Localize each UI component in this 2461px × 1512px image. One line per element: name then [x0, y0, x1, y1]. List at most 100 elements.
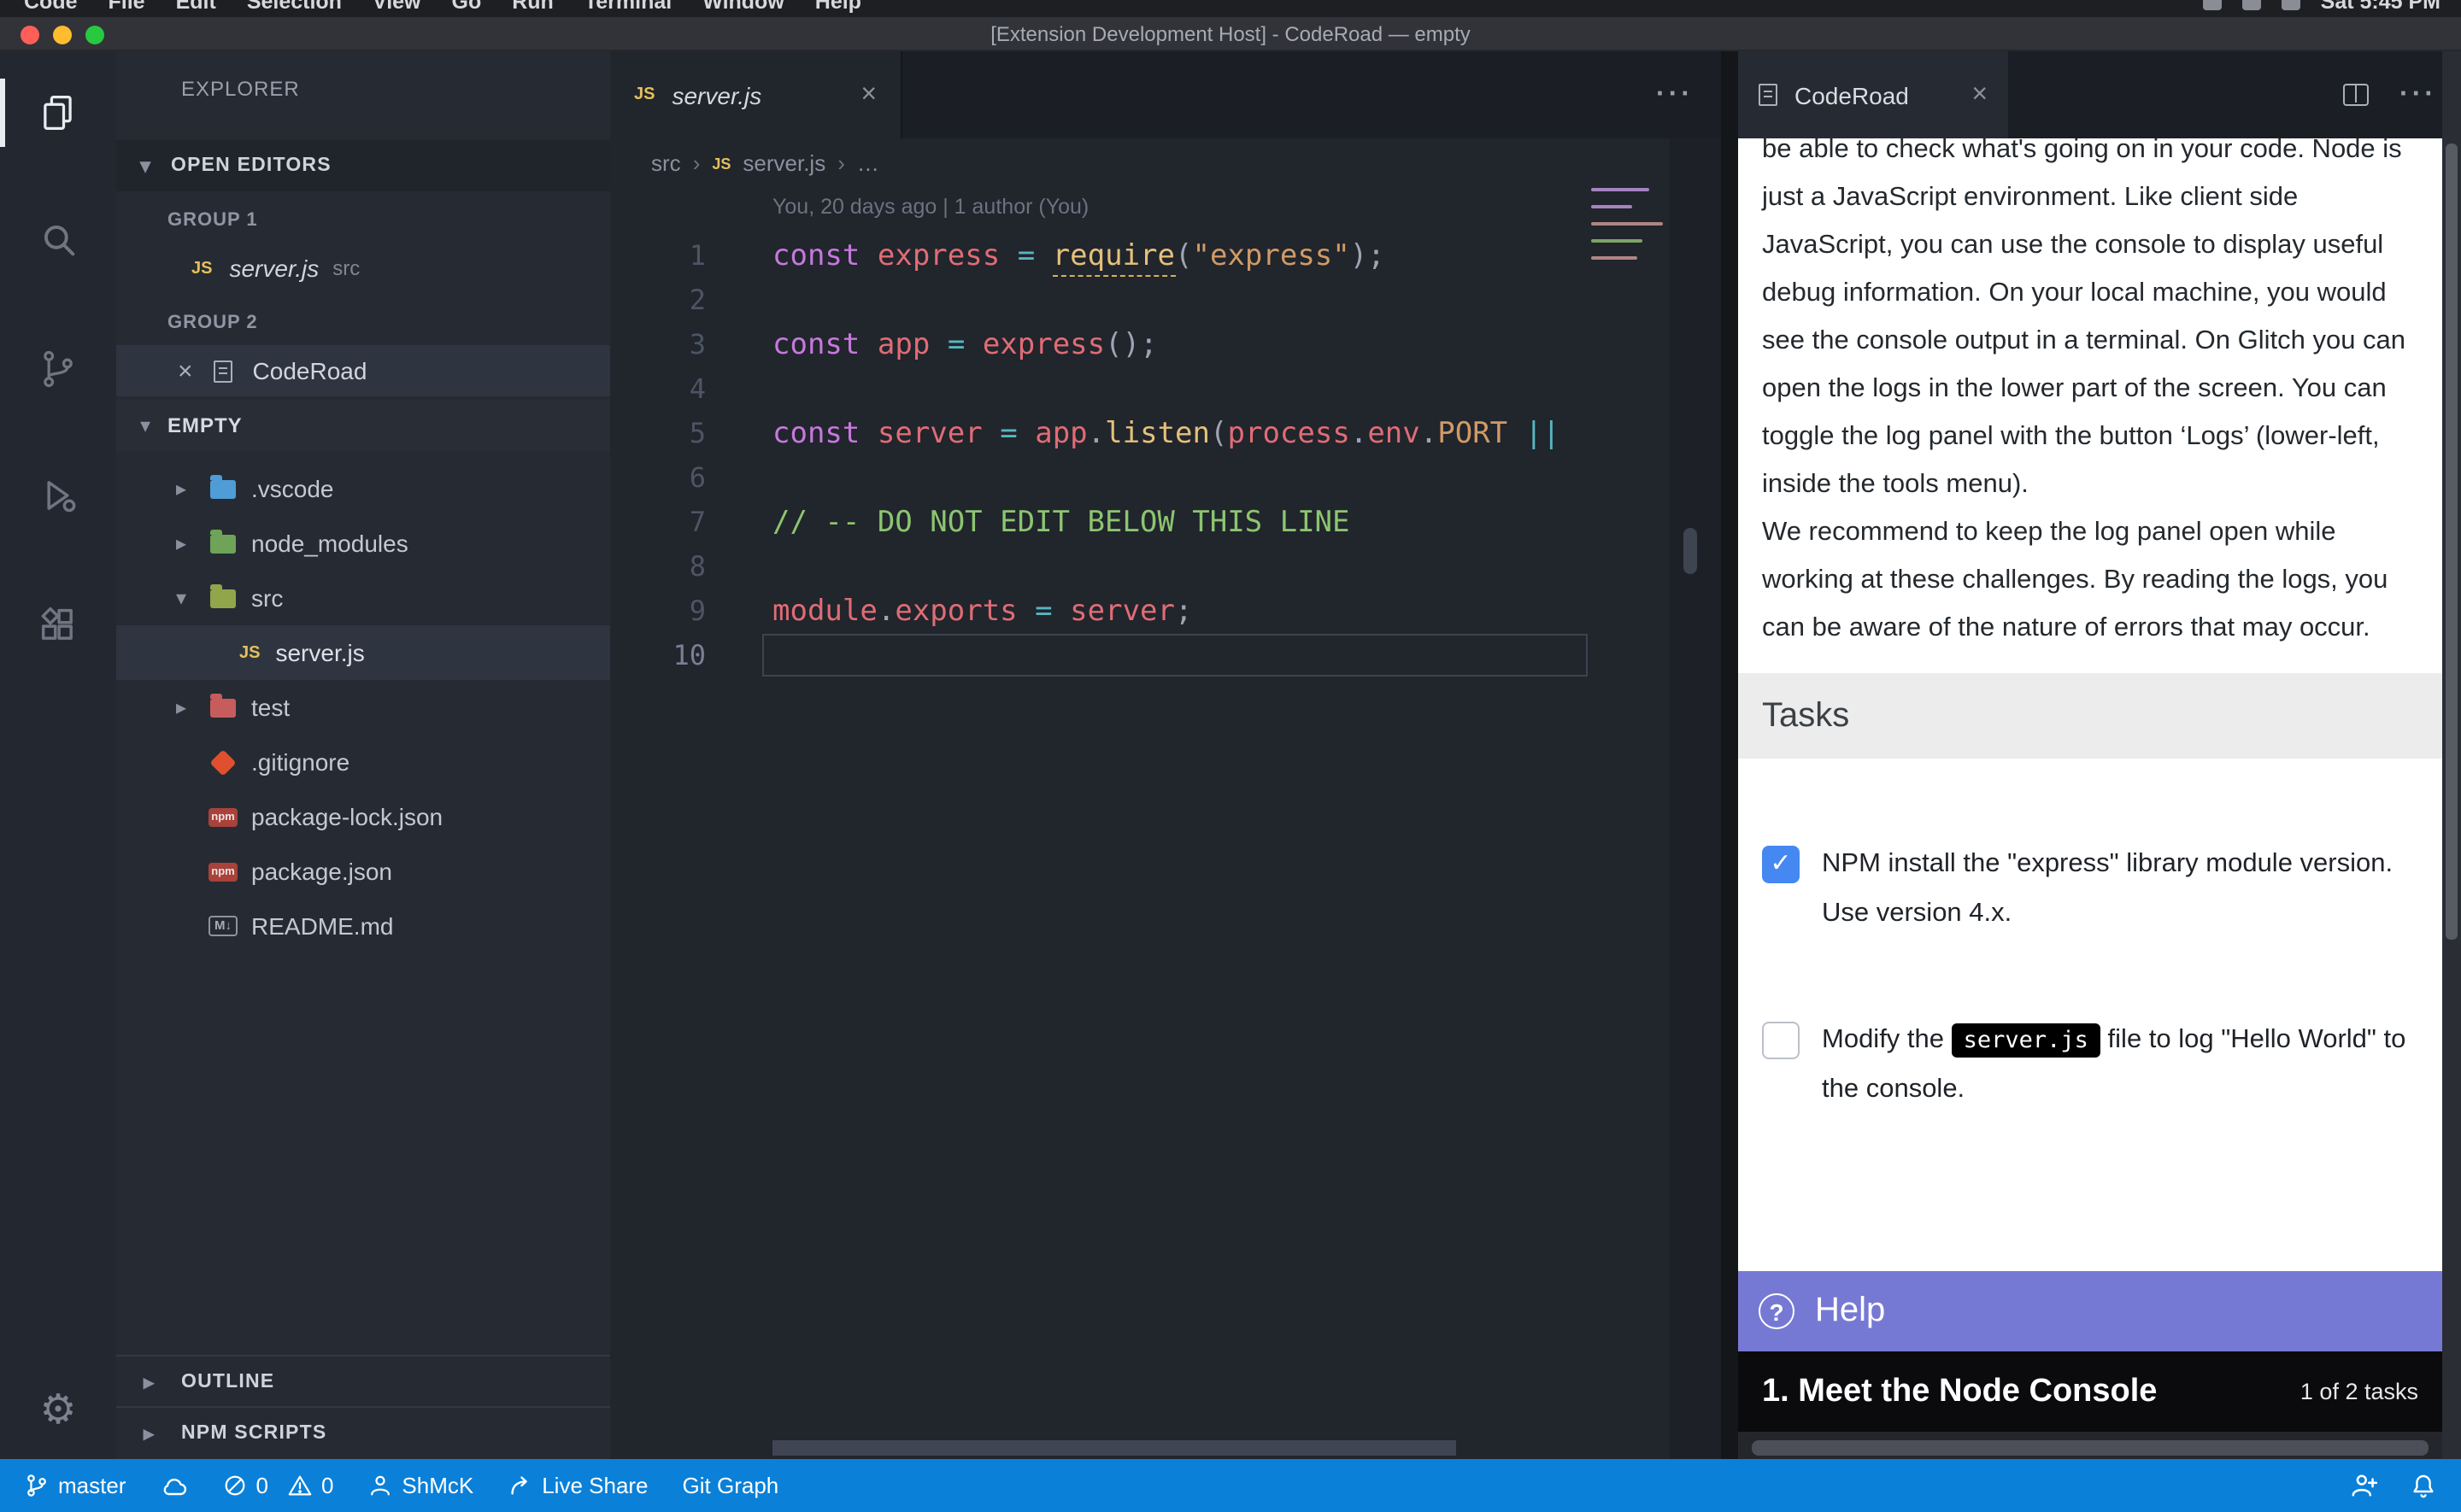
- code-line[interactable]: 6: [610, 456, 1721, 501]
- breadcrumb-folder[interactable]: src: [651, 150, 681, 176]
- code-line[interactable]: 3const app = express();: [610, 323, 1721, 367]
- search-icon[interactable]: [0, 198, 116, 280]
- tree-item-label: README.md: [251, 912, 393, 940]
- more-actions-icon[interactable]: [1656, 79, 1694, 110]
- menu-item-selection[interactable]: Selection: [247, 0, 342, 14]
- code-line[interactable]: 10: [610, 634, 1721, 678]
- menu-item-go[interactable]: Go: [452, 0, 482, 14]
- help-accordion[interactable]: Help: [1738, 1271, 2442, 1351]
- tab-label: CodeRoad: [1794, 81, 1954, 108]
- code-lines[interactable]: 1const express = require("express");23co…: [610, 234, 1721, 678]
- panel-bottom-strip: [1738, 1432, 2442, 1459]
- tree-item-gitignore[interactable]: .gitignore: [116, 735, 610, 789]
- menu-item-terminal[interactable]: Terminal: [584, 0, 672, 14]
- bell-icon[interactable]: [2410, 1472, 2437, 1499]
- outline-section[interactable]: OUTLINE: [116, 1355, 610, 1406]
- open-editor-file-path: src: [332, 256, 360, 280]
- code-line[interactable]: 5const server = app.listen(process.env.P…: [610, 412, 1721, 456]
- close-tab-icon[interactable]: [860, 79, 877, 110]
- git-branch-indicator[interactable]: master: [24, 1473, 126, 1498]
- markdown-icon: [209, 916, 238, 936]
- tree-item-test[interactable]: test: [116, 680, 610, 735]
- breadcrumb-file[interactable]: server.js: [743, 150, 825, 176]
- chevron-down-icon: [176, 586, 197, 610]
- editor-group1-label: GROUP 1: [116, 198, 610, 243]
- tree-item-package-json[interactable]: package.json: [116, 844, 610, 899]
- window-title-bar[interactable]: [Extension Development Host] - CodeRoad …: [0, 17, 2461, 51]
- menu-item-run[interactable]: Run: [512, 0, 554, 14]
- menu-item-edit[interactable]: Edit: [176, 0, 216, 14]
- more-actions-icon[interactable]: [2399, 79, 2437, 110]
- explorer-sidebar: EXPLORER OPEN EDITORS GROUP 1 server.js …: [116, 51, 610, 1459]
- tree-item-readme[interactable]: README.md: [116, 899, 610, 953]
- line-number: 5: [610, 412, 706, 456]
- menu-status-icon[interactable]: [2242, 0, 2261, 9]
- explorer-icon[interactable]: [0, 72, 116, 154]
- lesson-footer[interactable]: 1. Meet the Node Console 1 of 2 tasks: [1738, 1351, 2442, 1432]
- breadcrumb-symbol[interactable]: …: [857, 150, 879, 176]
- split-editor-icon[interactable]: [2343, 84, 2369, 106]
- problems-indicator[interactable]: 0 0: [221, 1473, 333, 1498]
- close-tab-icon[interactable]: [1971, 79, 1988, 110]
- menu-item-window[interactable]: Window: [702, 0, 784, 14]
- minimap[interactable]: [1591, 188, 1670, 342]
- panel-splitter[interactable]: [1721, 51, 1738, 1459]
- line-number: 2: [610, 278, 706, 323]
- close-editor-icon[interactable]: [178, 356, 193, 385]
- tab-serverjs[interactable]: server.js: [610, 51, 902, 138]
- code-line[interactable]: 2: [610, 278, 1721, 323]
- extensions-icon[interactable]: [0, 584, 116, 666]
- live-share-icon: [508, 1473, 533, 1498]
- tab-label: server.js: [672, 81, 843, 108]
- tree-item-serverjs[interactable]: server.js: [116, 625, 610, 680]
- run-debug-icon[interactable]: [0, 454, 116, 536]
- source-control-icon[interactable]: [0, 328, 116, 410]
- npm-scripts-section[interactable]: NPM SCRIPTS: [116, 1406, 610, 1457]
- git-icon: [209, 748, 236, 775]
- sync-changes-button[interactable]: [160, 1472, 187, 1499]
- chevron-down-icon: [140, 413, 161, 437]
- open-editors-section[interactable]: OPEN EDITORS: [116, 140, 610, 191]
- code-line[interactable]: 4: [610, 367, 1721, 412]
- webview-scrollbar[interactable]: [2442, 51, 2461, 1459]
- menu-item-code[interactable]: Code: [24, 0, 78, 14]
- scrollbar-thumb[interactable]: [2446, 144, 2458, 940]
- tree-item-src[interactable]: src: [116, 571, 610, 625]
- js-file-icon: [191, 259, 212, 278]
- cloud-sync-icon: [160, 1472, 187, 1499]
- workspace-root[interactable]: EMPTY: [116, 400, 610, 451]
- tree-item-vscode[interactable]: .vscode: [116, 461, 610, 516]
- code-line[interactable]: 1const express = require("express");: [610, 234, 1721, 278]
- open-editor-coderoad[interactable]: CodeRoad: [116, 345, 610, 396]
- panel-tab-bar: CodeRoad: [1738, 51, 2461, 138]
- inline-code-chip: server.js: [1952, 1023, 2100, 1058]
- menu-item-help[interactable]: Help: [815, 0, 861, 14]
- code-line[interactable]: 8: [610, 545, 1721, 589]
- task-item-1: NPM install the "express" library module…: [1762, 841, 2418, 938]
- menu-item-file[interactable]: File: [109, 0, 145, 14]
- person-add-icon[interactable]: [2350, 1471, 2379, 1500]
- live-share-button[interactable]: Live Share: [508, 1473, 648, 1498]
- code-line[interactable]: 9module.exports = server;: [610, 589, 1721, 634]
- settings-gear-icon[interactable]: ⚙: [0, 1386, 116, 1435]
- line-number: 8: [610, 545, 706, 589]
- scrollbar-thumb[interactable]: [1683, 528, 1697, 574]
- minimap-line: [1591, 239, 1642, 243]
- menu-item-view[interactable]: View: [373, 0, 421, 14]
- tab-coderoad[interactable]: CodeRoad: [1738, 51, 2008, 138]
- tree-item-package-lock[interactable]: package-lock.json: [116, 789, 610, 844]
- panel-scroll-track[interactable]: [1752, 1440, 2429, 1456]
- git-graph-button[interactable]: Git Graph: [683, 1473, 779, 1498]
- current-line-highlight: [762, 634, 1588, 677]
- tree-item-node-modules[interactable]: node_modules: [116, 516, 610, 571]
- task-checkbox-unchecked[interactable]: [1762, 1022, 1800, 1059]
- editor-scrollbar[interactable]: [1670, 138, 1721, 1459]
- task-checkbox-checked[interactable]: [1762, 846, 1800, 883]
- account-indicator[interactable]: ShMcK: [367, 1473, 473, 1498]
- code-line[interactable]: 7// -- DO NOT EDIT BELOW THIS LINE: [610, 501, 1721, 545]
- menu-status-icon[interactable]: [2203, 0, 2222, 9]
- open-editor-serverjs[interactable]: server.js src: [116, 243, 610, 294]
- line-number: 10: [610, 634, 706, 678]
- horizontal-scrollbar-thumb[interactable]: [772, 1440, 1456, 1456]
- menu-status-icon[interactable]: [2282, 0, 2300, 9]
